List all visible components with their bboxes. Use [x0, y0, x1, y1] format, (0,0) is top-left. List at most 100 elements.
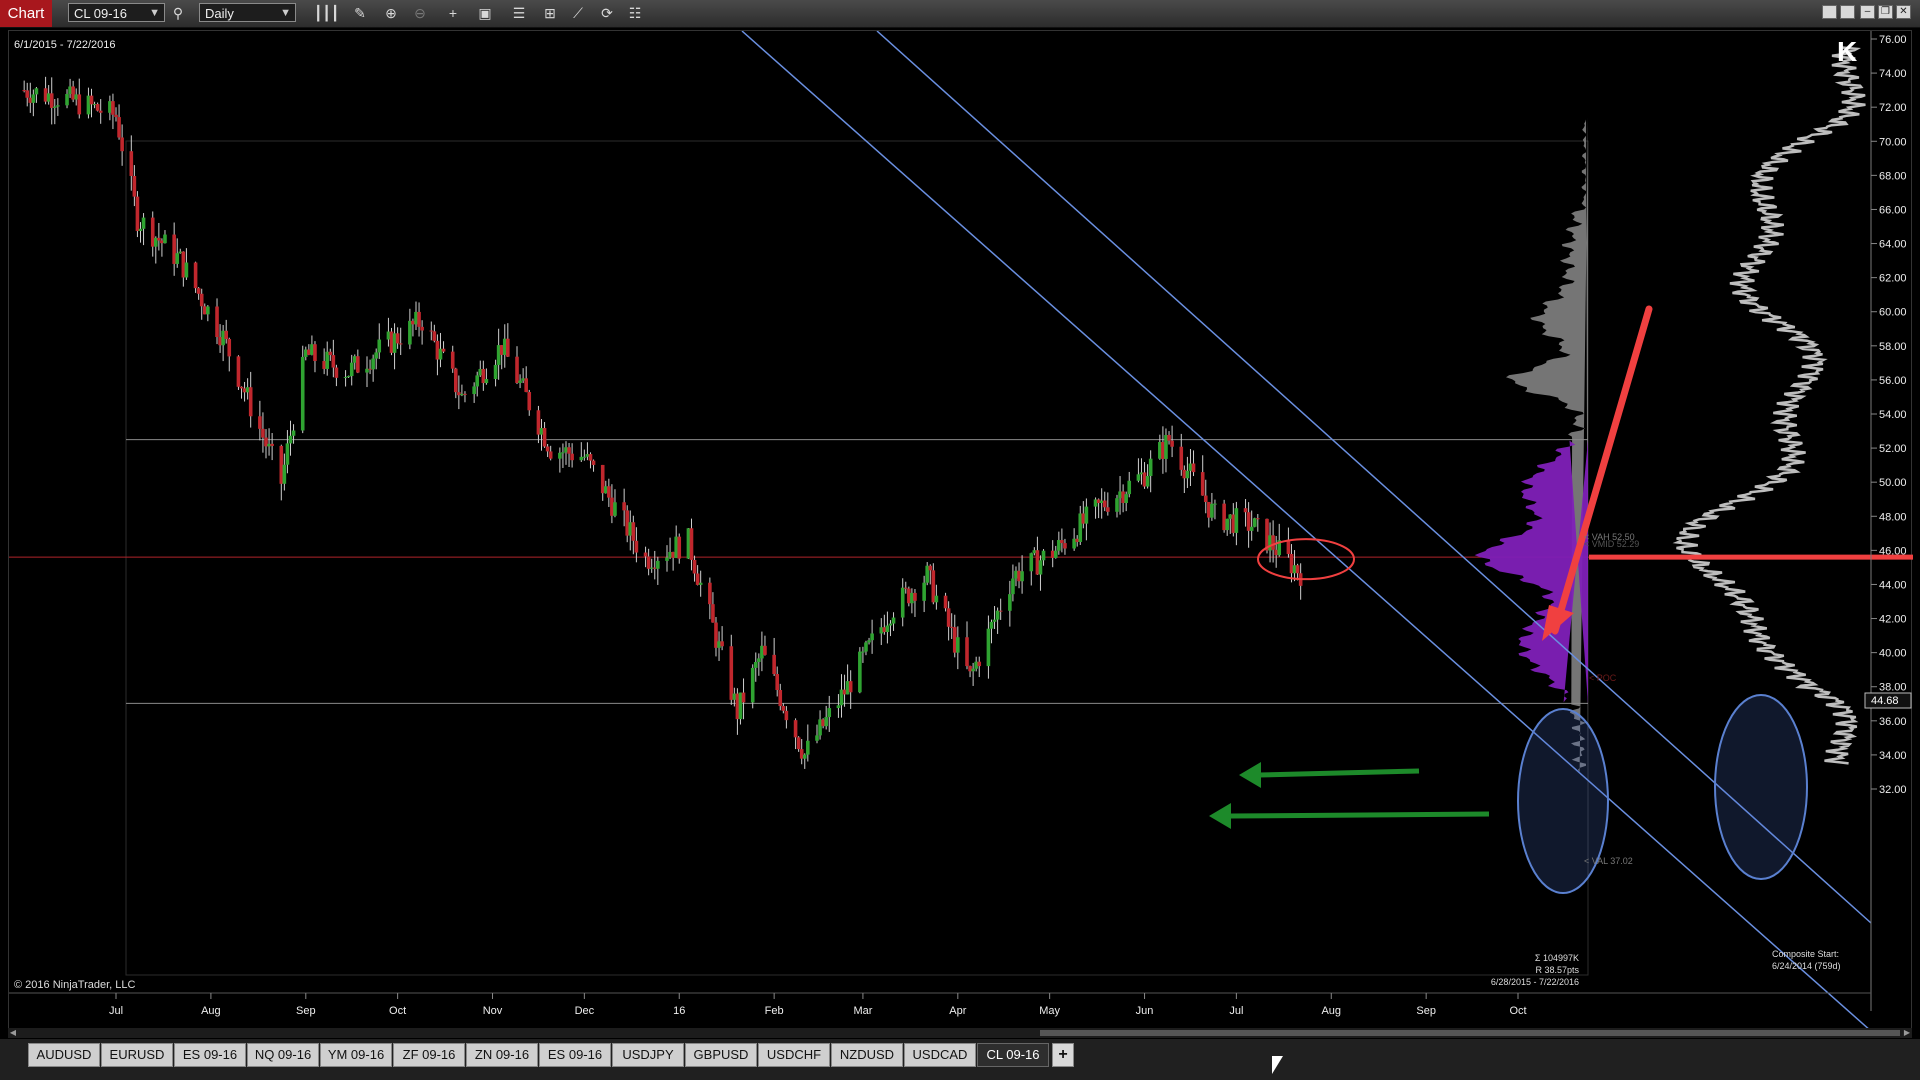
candle-body	[68, 86, 72, 94]
candle-body	[481, 368, 486, 384]
green-arrow-annotation-1-shaft[interactable]	[1258, 768, 1420, 778]
candle-body	[561, 452, 565, 454]
candle-body	[558, 452, 562, 459]
tab-usdjpy[interactable]: USDJPY	[612, 1043, 684, 1067]
candle-body	[692, 559, 697, 574]
trend-channel[interactable]	[741, 31, 1872, 1031]
candle-body	[1234, 508, 1239, 533]
candle-body	[484, 379, 489, 384]
candle-body	[741, 692, 746, 703]
instrument-selector[interactable]: CL 09-16 ▼	[68, 3, 165, 22]
candle-body	[631, 522, 636, 541]
tab-usdcad[interactable]: USDCAD	[904, 1043, 976, 1067]
candle-body	[313, 344, 317, 362]
candle-body	[1161, 442, 1165, 459]
tab-cl-09-16[interactable]: CL 09-16	[977, 1043, 1049, 1067]
candle-body	[398, 343, 403, 345]
candle-body	[463, 393, 467, 395]
zoom-out-icon[interactable]: ⊖	[410, 4, 430, 22]
green-arrow-annotation-2-shaft[interactable]	[1230, 811, 1490, 819]
candle-body	[836, 705, 841, 709]
candle-body	[49, 93, 54, 108]
refresh-icon[interactable]: ⟳	[597, 4, 617, 22]
tab-gbpusd[interactable]: GBPUSD	[685, 1043, 757, 1067]
candle-body	[998, 610, 1003, 612]
candle-body	[172, 234, 176, 264]
data-box-icon[interactable]: ▣	[475, 4, 495, 22]
tab-es-09-16[interactable]: ES 09-16	[174, 1043, 246, 1067]
price-tick-label: 46.00	[1879, 545, 1907, 557]
candle-body	[925, 565, 930, 583]
candle-body	[931, 570, 936, 603]
candle-body	[986, 628, 991, 667]
chevron-down-icon: ▼	[149, 7, 160, 19]
candle-body	[86, 95, 91, 115]
crosshair-icon[interactable]: +	[443, 4, 463, 22]
green-arrow-annotation-1-head[interactable]	[1239, 762, 1261, 788]
candle-body	[646, 556, 651, 569]
bar-type-icon[interactable]: ┃┃┃	[314, 4, 339, 22]
candle-body	[279, 445, 284, 484]
chart-panel[interactable]: 76.00 74.00 72.00 70.00 68.00 66.00 64.00 62.00…	[8, 30, 1913, 1031]
close-window-icon[interactable]: ✕	[1896, 5, 1911, 19]
cascade-window-icon[interactable]	[1840, 5, 1855, 19]
scrollbar-track[interactable]: ◀ ▶	[8, 1028, 1912, 1038]
scrollbar-right-arrow-icon[interactable]: ▶	[1902, 1028, 1912, 1038]
candle-body	[652, 567, 657, 569]
search-icon[interactable]: ⚲	[168, 4, 188, 22]
green-arrow-annotation-2-head[interactable]	[1209, 803, 1231, 829]
time-tick-label: May	[1039, 1005, 1060, 1017]
price-tick-label: 42.00	[1879, 614, 1907, 626]
range-dates-label: 6/28/2015 - 7/22/2016	[1491, 977, 1579, 987]
tab-usdchf[interactable]: USDCHF	[758, 1043, 830, 1067]
candle-body	[1207, 502, 1211, 518]
candle-body	[888, 623, 893, 626]
tab-zf-09-16[interactable]: ZF 09-16	[393, 1043, 465, 1067]
tab-eurusd[interactable]: EURUSD	[101, 1043, 173, 1067]
price-chart[interactable]: 76.00 74.00 72.00 70.00 68.00 66.00 64.00 62.00…	[9, 31, 1913, 1031]
candle-body	[1222, 503, 1226, 531]
time-tick-label: Dec	[575, 1005, 595, 1017]
indicators-icon[interactable]: ☰	[509, 4, 529, 22]
candle-body	[1295, 565, 1300, 574]
tile-window-icon[interactable]	[1822, 5, 1837, 19]
strategies-icon[interactable]: ⊞	[540, 4, 560, 22]
pencil-icon[interactable]: ✎	[350, 4, 370, 22]
blue-ellipse-annotation-composite[interactable]	[1714, 694, 1808, 880]
tab-nq-09-16[interactable]: NQ 09-16	[247, 1043, 319, 1067]
trend-line-lower[interactable]	[741, 31, 1872, 1031]
drawing-tools-icon[interactable]: ⟋	[568, 4, 588, 22]
restore-window-icon[interactable]: ❐	[1878, 5, 1893, 19]
minimize-window-icon[interactable]: –	[1860, 5, 1875, 19]
candle-body	[270, 443, 274, 446]
instrument-value: CL 09-16	[74, 6, 127, 21]
candle-body	[1210, 503, 1214, 518]
candle-body	[98, 110, 103, 113]
tab-nzdusd[interactable]: NZDUSD	[831, 1043, 903, 1067]
candle-body	[1029, 553, 1034, 572]
tab-es-09-16[interactable]: ES 09-16	[539, 1043, 611, 1067]
zoom-in-icon[interactable]: ⊕	[381, 4, 401, 22]
scrollbar-left-arrow-icon[interactable]: ◀	[8, 1028, 18, 1038]
period-selector[interactable]: Daily ▼	[199, 3, 296, 22]
price-tick-label: 50.00	[1879, 477, 1907, 489]
volume-sum-label: Σ 104997K	[1535, 953, 1579, 963]
chart-app-label[interactable]: Chart	[0, 0, 52, 27]
add-tab-button[interactable]: +	[1052, 1043, 1074, 1067]
candle-body	[548, 451, 553, 459]
tab-ym-09-16[interactable]: YM 09-16	[320, 1043, 392, 1067]
scrollbar-thumb[interactable]	[1040, 1030, 1900, 1036]
price-tick-label: 44.00	[1879, 579, 1907, 591]
candle-body	[365, 368, 369, 373]
candle-body	[77, 94, 82, 115]
tab-audusd[interactable]: AUDUSD	[28, 1043, 100, 1067]
candle-body	[138, 228, 143, 231]
properties-icon[interactable]: ☷	[625, 4, 645, 22]
red-ellipse-annotation[interactable]	[1257, 538, 1355, 581]
candle-body	[1121, 491, 1125, 503]
candle-body	[802, 754, 807, 759]
candle-body	[708, 582, 712, 605]
candle-body	[607, 486, 611, 498]
tab-zn-09-16[interactable]: ZN 09-16	[466, 1043, 538, 1067]
candle-body	[1225, 518, 1229, 531]
